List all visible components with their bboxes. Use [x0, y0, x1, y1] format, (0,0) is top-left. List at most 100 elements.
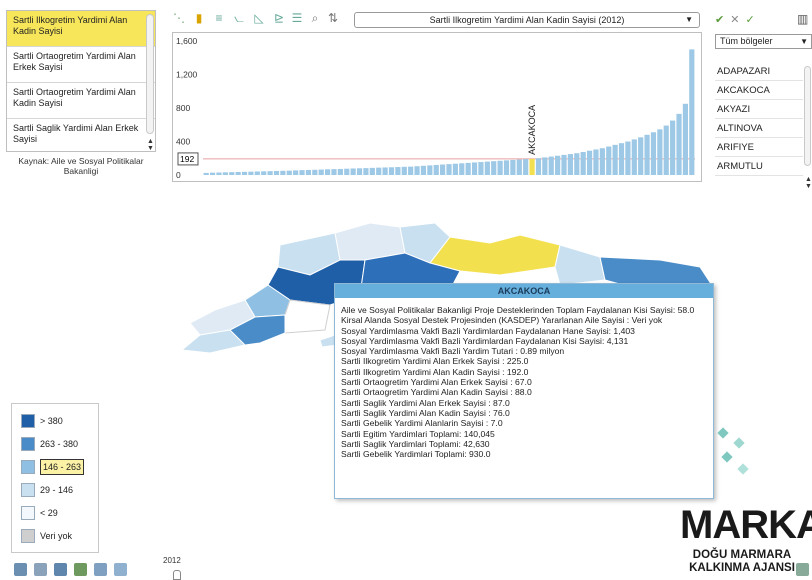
bar[interactable] — [280, 170, 286, 175]
bar[interactable] — [676, 113, 682, 175]
bar[interactable] — [382, 167, 388, 175]
indicator-item-2[interactable]: Sartli Ortaogretim Yardimi Alan Kadin Sa… — [7, 83, 155, 119]
bar[interactable] — [344, 168, 350, 175]
bar[interactable] — [261, 171, 267, 175]
indicator-item-0[interactable]: Sartli Ilkogretim Yardimi Alan Kadin Say… — [7, 11, 155, 47]
region-item-armutlu[interactable]: ARMUTLU — [715, 157, 803, 176]
bar[interactable] — [638, 137, 644, 175]
legend-list-icon[interactable]: ☰ — [290, 10, 304, 26]
bar[interactable] — [574, 153, 580, 175]
bar[interactable] — [254, 171, 260, 175]
bar-chart-icon[interactable]: ▮ — [192, 10, 206, 26]
bar[interactable] — [484, 161, 490, 175]
bar[interactable] — [465, 162, 471, 175]
settings-icon[interactable] — [34, 563, 47, 576]
bar[interactable] — [682, 103, 689, 175]
bar[interactable] — [325, 169, 331, 175]
scatter-icon[interactable]: ⋱ — [172, 10, 186, 26]
bar[interactable] — [478, 162, 484, 175]
map-icon[interactable] — [74, 563, 87, 576]
bar[interactable] — [516, 159, 522, 175]
stacked-icon[interactable]: ⊵ — [272, 10, 286, 26]
region-scroll-arrows-icon[interactable]: ▲ ▼ — [804, 176, 812, 190]
bar[interactable] — [503, 160, 510, 175]
bar[interactable] — [248, 171, 254, 175]
bar[interactable] — [414, 166, 420, 175]
indicator-scroll-arrows-icon[interactable]: ▲ ▼ — [145, 138, 156, 152]
bar[interactable] — [586, 150, 593, 175]
bar[interactable] — [241, 171, 248, 175]
indicator-scroll-thumb[interactable] — [146, 14, 154, 134]
bar[interactable] — [216, 172, 222, 175]
bar[interactable] — [689, 49, 695, 176]
bar[interactable] — [618, 143, 625, 175]
bar[interactable] — [567, 154, 573, 175]
bar[interactable] — [299, 170, 305, 175]
region-item-altinova[interactable]: ALTINOVA — [715, 119, 803, 138]
bar[interactable] — [452, 163, 458, 175]
bar[interactable] — [337, 168, 343, 175]
bar[interactable] — [376, 167, 382, 175]
sort-icon[interactable]: ⇅ — [326, 10, 340, 26]
bar[interactable] — [459, 163, 465, 175]
bar[interactable] — [305, 169, 312, 175]
bar[interactable] — [631, 139, 637, 175]
bar[interactable] — [433, 164, 439, 175]
region-item-adapazari[interactable]: ADAPAZARI — [715, 62, 803, 81]
fullscreen-icon[interactable] — [14, 563, 27, 576]
bar[interactable] — [657, 129, 663, 175]
bar[interactable] — [235, 171, 241, 175]
bar[interactable] — [420, 165, 427, 175]
bar[interactable] — [561, 154, 567, 175]
bar[interactable] — [286, 170, 292, 175]
region-item-arifiye[interactable]: ARIFIYE — [715, 138, 803, 157]
bar[interactable] — [222, 172, 228, 175]
check-icon[interactable]: ✓ — [745, 14, 754, 26]
bar[interactable] — [356, 168, 363, 175]
indicator-list-scrollbar[interactable]: ▲ ▼ — [145, 10, 156, 152]
line-chart-icon[interactable]: ⦦ — [232, 10, 246, 26]
bar[interactable] — [606, 146, 612, 175]
bar[interactable] — [312, 169, 318, 175]
map-district[interactable] — [284, 299, 331, 334]
download-icon[interactable] — [54, 563, 67, 576]
region-item-akcakoca[interactable]: AKCAKOCA — [715, 81, 803, 100]
check-all-icon[interactable]: ✔ — [715, 14, 724, 26]
bar[interactable] — [670, 120, 676, 175]
region-list-scrollbar[interactable]: ▲ ▼ — [804, 62, 812, 190]
bar[interactable] — [523, 159, 529, 175]
bar[interactable] — [209, 172, 216, 175]
region-filter-select[interactable]: Tüm bölgeler ▼ — [715, 34, 812, 49]
bar[interactable] — [625, 141, 631, 176]
zoom-icon[interactable]: ⌕ — [308, 10, 322, 26]
region-scroll-thumb[interactable] — [804, 66, 811, 166]
region-item-akyazi[interactable]: AKYAZI — [715, 100, 803, 119]
bar[interactable] — [497, 160, 503, 175]
bar[interactable] — [446, 164, 452, 175]
bar[interactable] — [440, 164, 446, 175]
map-district[interactable] — [554, 244, 606, 286]
bar[interactable] — [267, 171, 273, 175]
bar[interactable] — [293, 170, 299, 175]
bar[interactable] — [363, 168, 369, 175]
bar[interactable] — [663, 125, 669, 175]
trash-icon[interactable]: ▥ — [797, 12, 809, 26]
bar[interactable] — [510, 159, 516, 175]
bar[interactable] — [350, 168, 356, 175]
bar[interactable] — [203, 172, 209, 175]
report-icon[interactable] — [114, 563, 127, 576]
bar[interactable] — [273, 170, 280, 175]
bar[interactable] — [331, 169, 337, 175]
bar[interactable] — [542, 157, 548, 175]
bar[interactable] — [535, 158, 542, 175]
grid-icon[interactable] — [796, 563, 809, 576]
bar[interactable] — [612, 144, 618, 175]
bar[interactable] — [650, 132, 657, 175]
year-slider-handle[interactable] — [173, 570, 181, 580]
bar[interactable] — [580, 151, 586, 175]
bar[interactable] — [229, 172, 235, 175]
indicator-select[interactable]: Sartli Ilkogretim Yardimi Alan Kadin Say… — [354, 12, 700, 28]
bar-highlighted[interactable] — [529, 158, 535, 175]
bar[interactable] — [644, 134, 650, 175]
bar[interactable] — [599, 148, 605, 175]
